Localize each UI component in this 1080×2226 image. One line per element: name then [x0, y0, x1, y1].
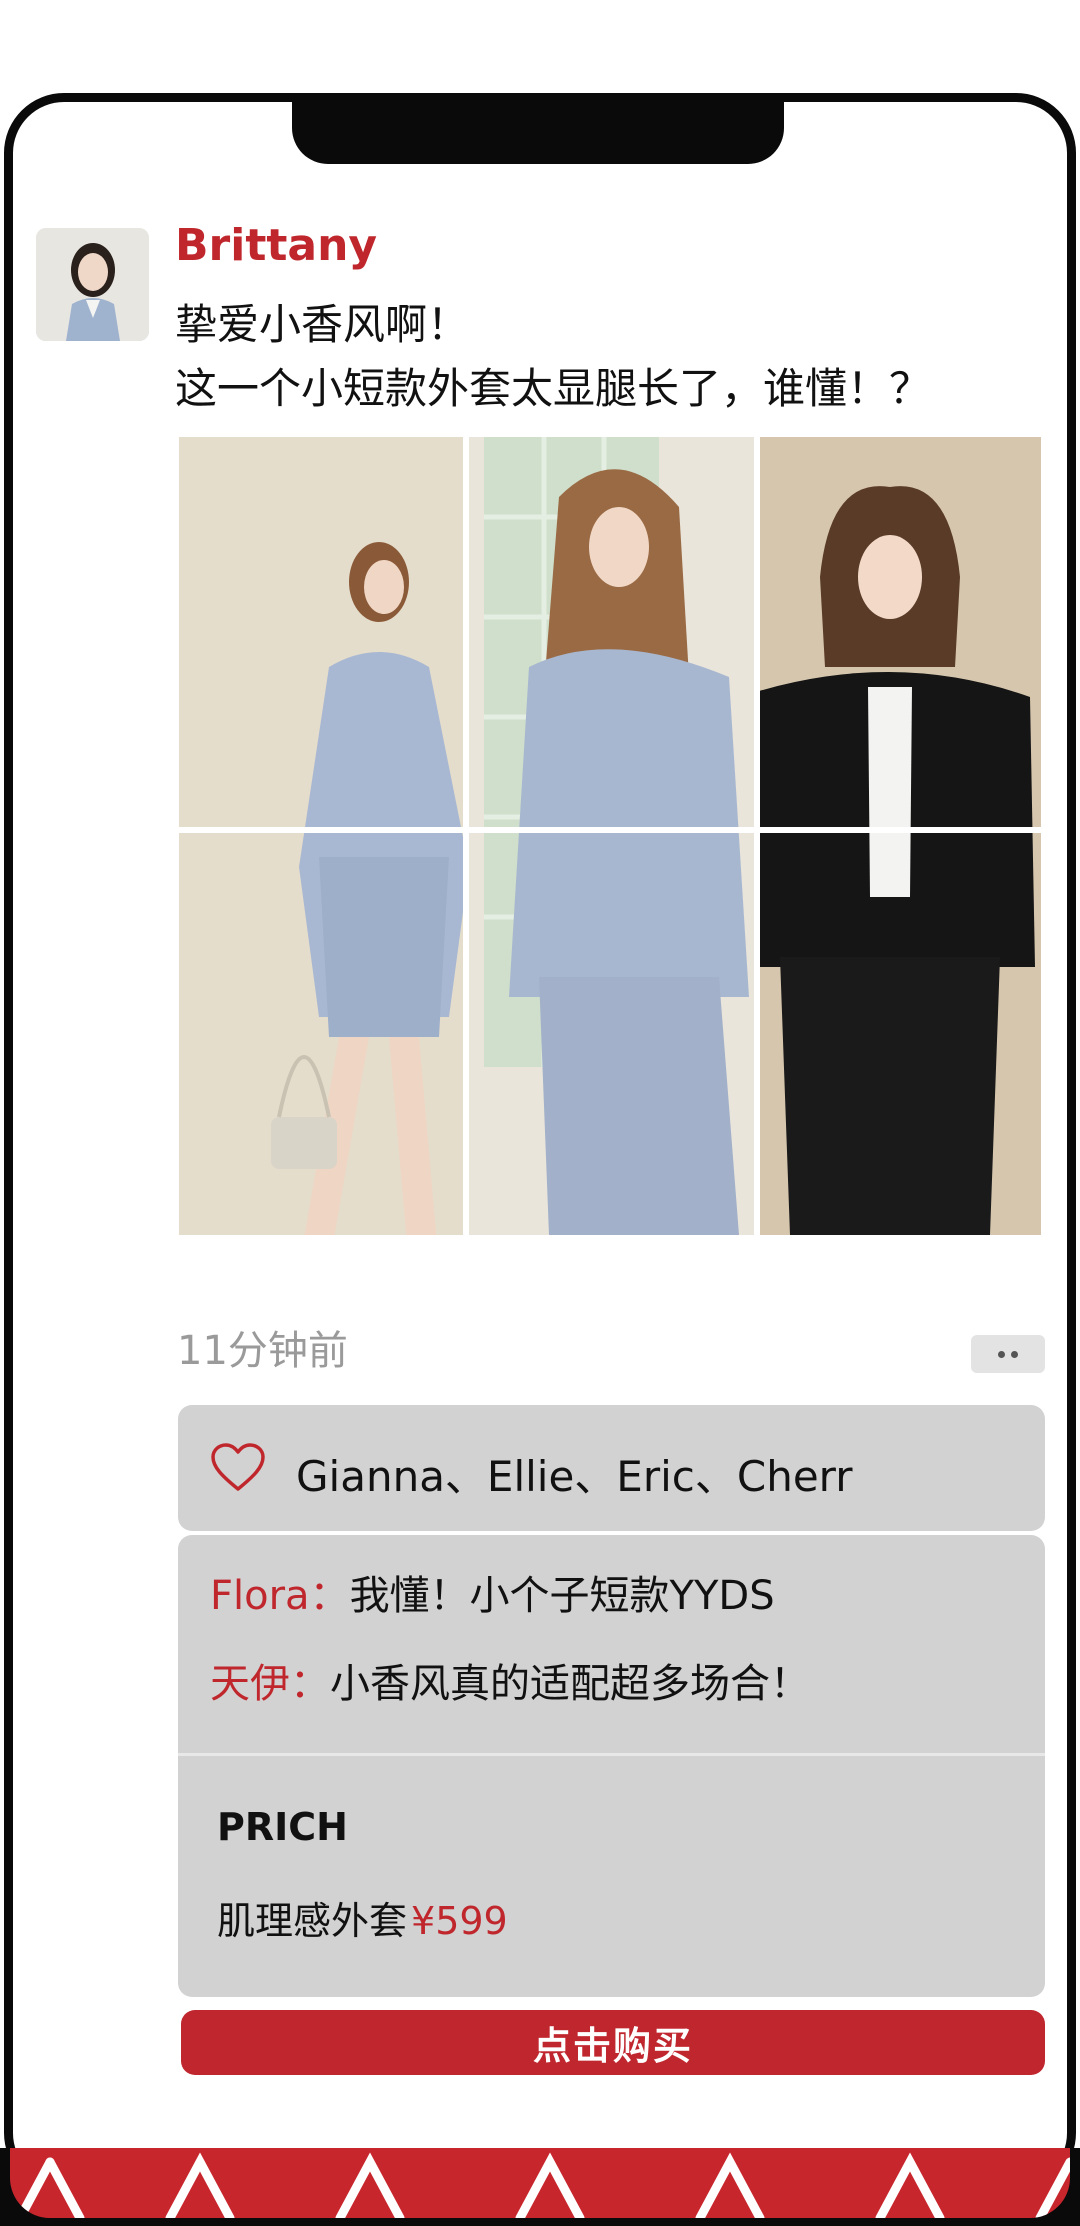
- avatar[interactable]: [36, 228, 149, 341]
- product-price: ¥599: [411, 1899, 508, 1943]
- comment-author[interactable]: Flora：: [210, 1573, 350, 1619]
- more-dot-icon: [998, 1350, 1005, 1358]
- phone-notch: [292, 100, 784, 164]
- comment-item[interactable]: Flora：我懂！小个子短款YYDS: [210, 1563, 775, 1621]
- photo-panel-3[interactable]: [760, 437, 1041, 1235]
- post-text-line-2: 这一个小短款外套太显腿长了，谁懂！？: [175, 364, 932, 413]
- post-time: 11分钟前: [177, 1328, 348, 1374]
- comment-author[interactable]: 天伊：: [210, 1661, 330, 1707]
- buy-button[interactable]: 点击购买: [181, 2010, 1045, 2075]
- post-text-line-1: 挚爱小香风啊！: [175, 300, 470, 349]
- comment-item[interactable]: 天伊：小香风真的适配超多场合！: [210, 1651, 810, 1709]
- likes-box: Gianna、Ellie、Eric、Cherr: [178, 1405, 1045, 1531]
- photo-panel-1[interactable]: [179, 437, 463, 1235]
- product-info: 肌理感外套 ¥599: [217, 1890, 508, 1945]
- product-brand: PRICH: [217, 1805, 348, 1849]
- comments-box: Flora：我懂！小个子短款YYDS 天伊：小香风真的适配超多场合！ PRICH…: [178, 1535, 1045, 1997]
- bottom-decoration: [0, 2148, 1080, 2226]
- more-dot-icon: [1011, 1350, 1018, 1358]
- comments-divider: [178, 1753, 1045, 1756]
- user-name[interactable]: Brittany: [175, 220, 377, 271]
- post-image-grid[interactable]: [179, 437, 1041, 1235]
- heart-outline-icon[interactable]: [210, 1443, 266, 1493]
- comment-text: 小香风真的适配超多场合！: [330, 1661, 810, 1707]
- grid-divider: [179, 827, 1041, 833]
- more-button[interactable]: [971, 1335, 1045, 1373]
- likes-names[interactable]: Gianna、Ellie、Eric、Cherr: [296, 1443, 852, 1504]
- photo-panel-2[interactable]: [469, 437, 754, 1235]
- product-name: 肌理感外套: [217, 1899, 408, 1943]
- comment-text: 我懂！小个子短款YYDS: [349, 1573, 775, 1619]
